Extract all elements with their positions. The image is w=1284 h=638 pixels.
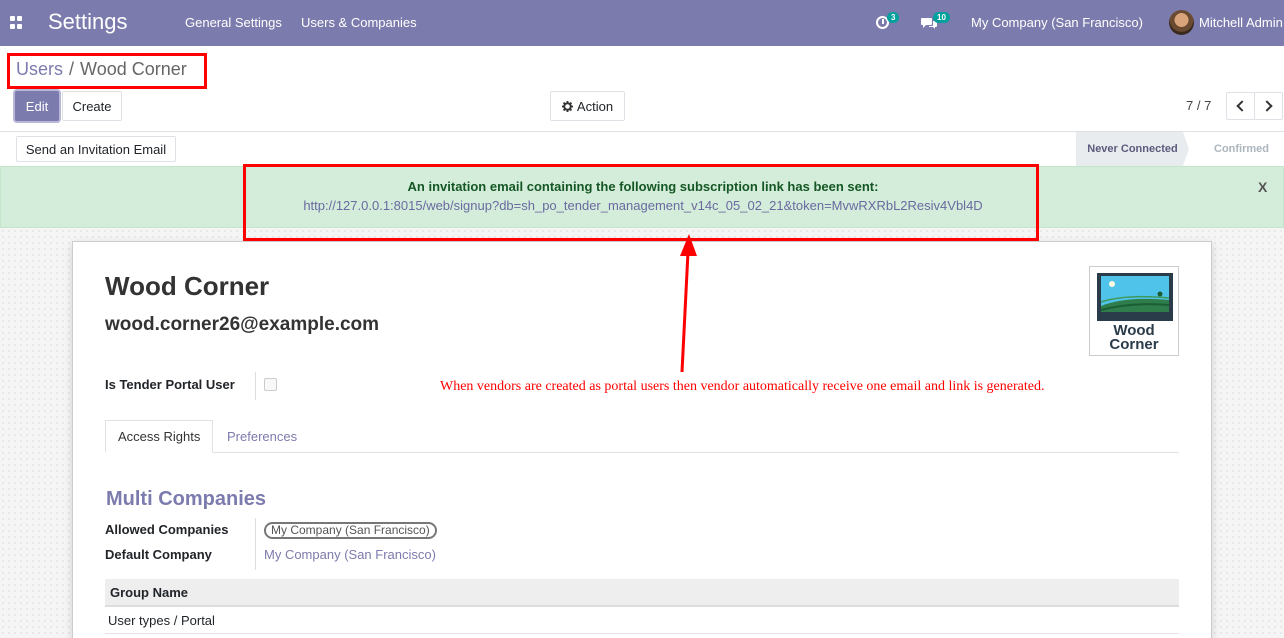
- activity-count-badge: 3: [887, 12, 900, 23]
- tender-portal-user-label: Is Tender Portal User: [105, 377, 235, 392]
- status-never-connected[interactable]: Never Connected: [1076, 132, 1189, 166]
- send-invitation-email-button[interactable]: Send an Invitation Email: [16, 136, 176, 162]
- alert-close-button[interactable]: X: [1258, 179, 1267, 195]
- app-name: Settings: [48, 9, 128, 34]
- groups-table-header: Group Name: [105, 579, 1179, 607]
- action-button[interactable]: Action: [550, 91, 625, 121]
- multi-companies-title: Multi Companies: [106, 488, 267, 510]
- logo-text-line-2: Corner: [1109, 336, 1159, 353]
- alert-title: An invitation email containing the follo…: [407, 179, 879, 194]
- invitation-alert: An invitation email containing the follo…: [0, 166, 1284, 228]
- partner-logo-image[interactable]: Wood Corner: [1089, 266, 1179, 356]
- signup-link[interactable]: http://127.0.0.1:8015/web/signup?db=sh_p…: [1, 198, 1284, 213]
- pager-next-button[interactable]: [1254, 92, 1283, 120]
- action-label: Action: [576, 98, 614, 114]
- avatar[interactable]: [1169, 10, 1194, 35]
- edit-button[interactable]: Edit: [15, 91, 59, 121]
- create-button[interactable]: Create: [62, 91, 122, 121]
- tender-portal-user-checkbox[interactable]: [264, 378, 277, 391]
- apps-menu-icon[interactable]: [10, 16, 23, 29]
- annotation-note: When vendors are created as portal users…: [440, 379, 1045, 394]
- menu-users-companies[interactable]: Users & Companies: [301, 15, 417, 30]
- field-separator: [255, 372, 256, 400]
- activity-menu[interactable]: 3: [876, 12, 906, 32]
- status-confirmed[interactable]: Confirmed: [1199, 132, 1284, 166]
- allowed-company-tag[interactable]: My Company (San Francisco): [264, 522, 437, 539]
- default-company-label: Default Company: [105, 547, 212, 562]
- partner-name: Wood Corner: [105, 271, 270, 301]
- table-row[interactable]: User types / Portal: [105, 607, 1179, 634]
- landscape-picture-icon: [1097, 273, 1173, 321]
- gear-icon: [561, 100, 573, 112]
- notebook-tabs: Access Rights Preferences: [105, 420, 1179, 453]
- chevron-right-icon: [1261, 100, 1273, 112]
- logo-text: Wood Corner: [1090, 323, 1178, 353]
- breadcrumb-users-link[interactable]: Users: [16, 59, 63, 80]
- tab-preferences[interactable]: Preferences: [215, 420, 309, 453]
- default-company-link[interactable]: My Company (San Francisco): [264, 547, 436, 562]
- partner-email: wood.corner26@example.com: [105, 314, 380, 335]
- message-count-badge: 10: [933, 12, 950, 23]
- tab-access-rights[interactable]: Access Rights: [105, 420, 214, 453]
- messaging-menu[interactable]: 10: [921, 12, 957, 32]
- chevron-left-icon: [1236, 100, 1248, 112]
- annotation-arrow-icon: [680, 234, 697, 373]
- user-menu[interactable]: Mitchell Admin: [1199, 15, 1283, 30]
- menu-general-settings[interactable]: General Settings: [185, 15, 282, 30]
- breadcrumb-separator: /: [69, 59, 75, 79]
- form-sheet: Wood Corner wood.corner26@example.com Wo…: [72, 241, 1212, 638]
- breadcrumb: Users / Wood Corner: [16, 59, 187, 80]
- top-navbar: Settings General Settings Users & Compan…: [0, 0, 1284, 46]
- breadcrumb-current: Wood Corner: [80, 59, 187, 79]
- pager-previous-button[interactable]: [1226, 92, 1255, 120]
- pager-value[interactable]: 7 / 7: [1186, 98, 1211, 113]
- statusbar: Never Connected Confirmed: [1076, 132, 1284, 166]
- allowed-companies-label: Allowed Companies: [105, 522, 229, 537]
- company-switcher[interactable]: My Company (San Francisco): [971, 15, 1143, 30]
- field-separator: [255, 518, 256, 570]
